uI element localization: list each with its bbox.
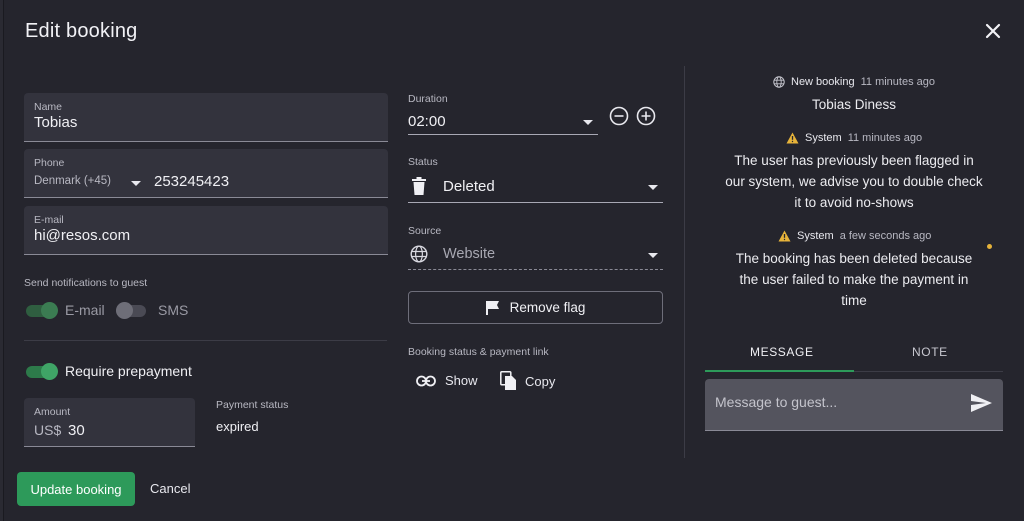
globe-icon [410,245,428,263]
copy-label: Copy [525,373,556,389]
require-prepayment-toggle[interactable] [26,363,58,380]
chevron-down-icon [648,253,658,258]
plus-circle-icon [636,106,656,126]
email-notification-label: E-mail [65,302,105,318]
country-value: Denmark (+45) [34,175,112,187]
require-prepayment-label: Require prepayment [65,363,192,379]
status-select[interactable]: Status Deleted [408,156,663,203]
globe-icon [773,76,785,88]
message-field[interactable] [705,379,1003,431]
warning-icon [786,132,799,144]
name-label: Name [34,101,63,113]
show-link-button[interactable]: Show [416,373,478,388]
activity-text: Tobias Diness [811,97,897,112]
sms-notification-toggle[interactable] [116,302,148,319]
duration-select[interactable]: Duration 02:00 [408,93,598,135]
payment-status-value: expired [216,419,259,434]
status-value: Deleted [443,178,495,195]
amount-field[interactable]: Amount US$ 30 [24,398,195,447]
active-tab-indicator [705,370,854,372]
unread-dot [987,244,992,249]
source-select[interactable]: Source Website [408,225,663,270]
activity-type: New booking [791,76,855,88]
activity-time: 11 minutes ago [860,76,935,88]
tab-message[interactable]: MESSAGE [750,345,814,359]
source-value: Website [443,246,496,262]
activity-header: System a few seconds ago [778,230,931,242]
email-notification-toggle[interactable] [26,302,58,319]
email-label: E-mail [34,214,64,226]
status-label: Status [408,156,438,168]
phone-value: 253245423 [154,173,230,190]
duration-value: 02:00 [408,113,446,130]
currency-prefix: US$ [34,422,62,438]
chevron-down-icon [648,185,658,190]
activity-type: System [805,132,842,144]
name-value: Tobias [34,114,78,131]
edit-booking-dialog: Edit booking Name Tobias Phone Denmark (… [3,0,1024,521]
divider [24,340,387,341]
activity-header: New booking 11 minutes ago [773,76,935,88]
activity-text: The user has previously been flagged in … [725,153,983,210]
notifications-label: Send notifications to guest [24,277,148,289]
payment-link-label: Booking status & payment link [408,346,549,358]
phone-label: Phone [34,157,65,169]
link-icon [416,375,436,386]
warning-icon [778,230,791,242]
increase-duration-button[interactable] [636,106,656,126]
phone-field[interactable]: Phone Denmark (+45) 253245423 [24,149,388,198]
minus-circle-icon [609,106,629,126]
show-label: Show [445,373,478,388]
email-field[interactable]: E-mail hi@resos.com [24,206,388,255]
message-input[interactable] [715,391,955,413]
copy-icon [500,371,516,390]
email-value: hi@resos.com [34,227,131,244]
duration-label: Duration [408,93,448,105]
payment-status-label: Payment status [216,399,289,411]
decrease-duration-button[interactable] [609,106,629,126]
close-icon[interactable] [982,20,1004,42]
cancel-button[interactable]: Cancel [150,481,190,496]
dialog-title: Edit booking [25,20,138,42]
flag-icon [485,301,499,315]
source-label: Source [408,225,442,237]
tab-note[interactable]: NOTE [912,345,948,359]
activity-header: System 11 minutes ago [786,132,922,144]
activity-text: The booking has been deleted because the… [735,251,973,308]
chevron-down-icon [131,181,141,186]
activity-time: 11 minutes ago [847,132,923,144]
activity-time: a few seconds ago [839,230,932,242]
sms-notification-label: SMS [158,302,189,318]
name-field[interactable]: Name Tobias [24,93,388,142]
trash-icon [412,177,426,195]
remove-flag-label: Remove flag [509,300,586,315]
copy-link-button[interactable]: Copy [500,371,555,391]
update-booking-button[interactable]: Update booking [17,472,135,506]
remove-flag-button[interactable]: Remove flag [408,291,663,324]
column-divider [684,66,685,458]
amount-value: 30 [68,422,85,439]
chevron-down-icon [583,120,593,125]
amount-label: Amount [34,406,71,418]
activity-type: System [797,230,834,242]
country-select[interactable]: Denmark (+45) [34,175,141,187]
send-icon[interactable] [969,391,993,415]
